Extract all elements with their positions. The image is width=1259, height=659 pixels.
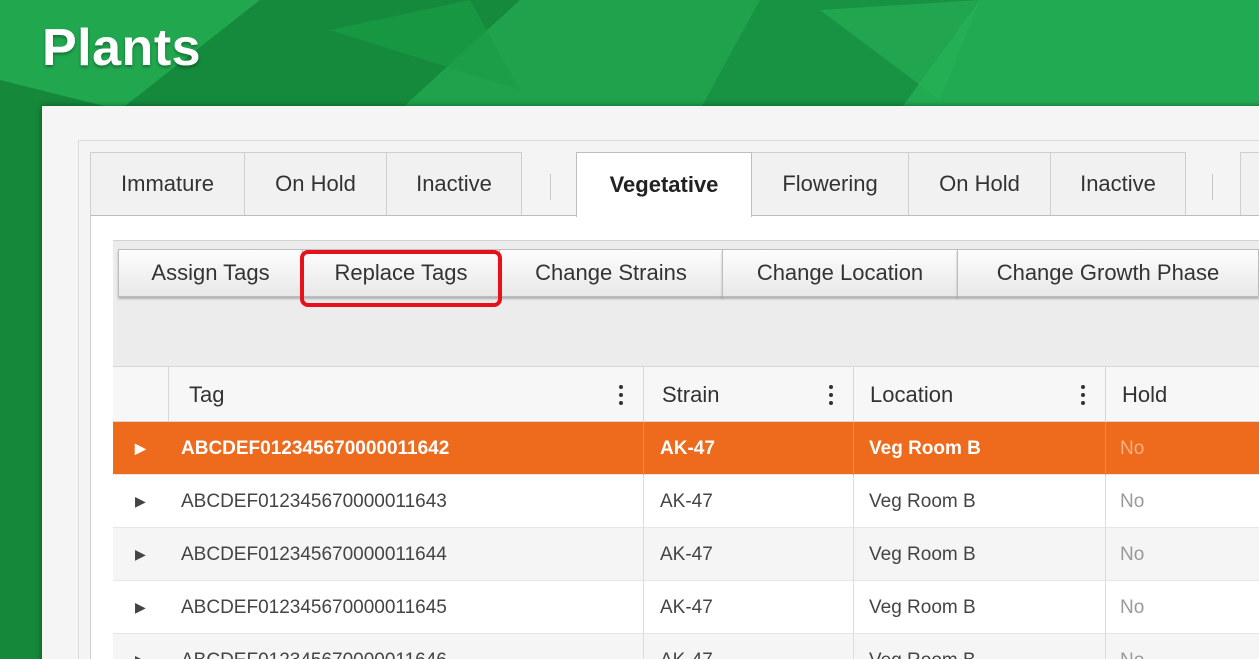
tab-vegetative[interactable]: Vegetative bbox=[576, 152, 752, 217]
tab-separator bbox=[1212, 174, 1213, 200]
vertical-dots-icon[interactable] bbox=[1080, 385, 1086, 407]
table-row[interactable]: ▶ ABCDEF012345670000011642 AK-47 Veg Roo… bbox=[113, 422, 1259, 475]
expand-arrow-icon[interactable]: ▶ bbox=[135, 528, 146, 581]
cell-location: Veg Room B bbox=[853, 422, 1105, 475]
tab-immature[interactable]: Immature bbox=[90, 152, 245, 215]
cell-strain: AK-47 bbox=[643, 422, 853, 475]
cell-hold: No bbox=[1105, 475, 1259, 528]
cell-hold: No bbox=[1105, 528, 1259, 581]
column-header-tag-label: Tag bbox=[189, 382, 225, 407]
column-header-location-label: Location bbox=[870, 382, 954, 407]
cell-location: Veg Room B bbox=[853, 475, 1105, 528]
cell-strain: AK-47 bbox=[643, 581, 853, 634]
tab-overflow[interactable] bbox=[1240, 152, 1259, 215]
vertical-dots-icon[interactable] bbox=[828, 385, 834, 407]
tab-separator bbox=[550, 174, 551, 200]
vertical-dots-icon[interactable] bbox=[618, 385, 624, 407]
expand-arrow-icon[interactable]: ▶ bbox=[135, 475, 146, 528]
cell-tag: ABCDEF012345670000011645 bbox=[181, 596, 447, 618]
cell-tag: ABCDEF012345670000011646 bbox=[181, 634, 641, 659]
cell-hold: No bbox=[1105, 422, 1259, 475]
change-location-button[interactable]: Change Location bbox=[722, 249, 958, 297]
assign-tags-button[interactable]: Assign Tags bbox=[118, 249, 303, 297]
table-row[interactable]: ▶ ABCDEF012345670000011645 AK-47 Veg Roo… bbox=[113, 581, 1259, 634]
column-header-hold-label: Hold bbox=[1122, 382, 1168, 407]
expand-arrow-icon[interactable]: ▶ bbox=[135, 634, 146, 659]
expander-column-header bbox=[113, 367, 168, 423]
column-header-tag[interactable]: Tag bbox=[168, 367, 643, 423]
cell-strain: AK-47 bbox=[643, 634, 853, 659]
column-header-strain[interactable]: Strain bbox=[643, 367, 853, 423]
cell-location: Veg Room B bbox=[853, 581, 1105, 634]
expand-arrow-icon[interactable]: ▶ bbox=[135, 422, 146, 475]
tab-immature-on-hold[interactable]: On Hold bbox=[244, 152, 387, 215]
cell-location: Veg Room B bbox=[853, 528, 1105, 581]
cell-tag: ABCDEF012345670000011643 bbox=[181, 490, 447, 512]
cell-hold: No bbox=[1105, 581, 1259, 634]
page-title: Plants bbox=[42, 19, 202, 77]
cell-strain: AK-47 bbox=[643, 475, 853, 528]
table-row[interactable]: ▶ ABCDEF012345670000011643 AK-47 Veg Roo… bbox=[113, 475, 1259, 528]
change-growth-phase-button[interactable]: Change Growth Phase bbox=[957, 249, 1259, 297]
grid-header: Tag Strain Location Hold bbox=[113, 366, 1259, 423]
column-header-location[interactable]: Location bbox=[853, 367, 1105, 423]
tab-flowering[interactable]: Flowering bbox=[751, 152, 909, 215]
change-strains-button[interactable]: Change Strains bbox=[499, 249, 723, 297]
table-row[interactable]: ▶ ABCDEF012345670000011644 AK-47 Veg Roo… bbox=[113, 528, 1259, 581]
replace-tags-highlight bbox=[300, 250, 502, 307]
cell-tag: ABCDEF012345670000011644 bbox=[181, 543, 447, 565]
column-header-strain-label: Strain bbox=[662, 382, 720, 407]
cell-location: Veg Room B bbox=[853, 634, 1105, 659]
cell-hold: No bbox=[1105, 634, 1259, 659]
cell-tag: ABCDEF012345670000011642 bbox=[181, 437, 450, 459]
tab-flowering-inactive[interactable]: Inactive bbox=[1050, 152, 1186, 215]
column-header-hold[interactable]: Hold bbox=[1105, 367, 1259, 423]
tab-immature-inactive[interactable]: Inactive bbox=[386, 152, 522, 215]
tab-flowering-on-hold[interactable]: On Hold bbox=[908, 152, 1051, 215]
table-row[interactable]: ▶ ABCDEF012345670000011646 AK-47 Veg Roo… bbox=[113, 634, 1259, 659]
expand-arrow-icon[interactable]: ▶ bbox=[135, 581, 146, 634]
growth-phase-tabs: Immature On Hold Inactive Vegetative Flo… bbox=[90, 152, 1259, 217]
cell-strain: AK-47 bbox=[643, 528, 853, 581]
